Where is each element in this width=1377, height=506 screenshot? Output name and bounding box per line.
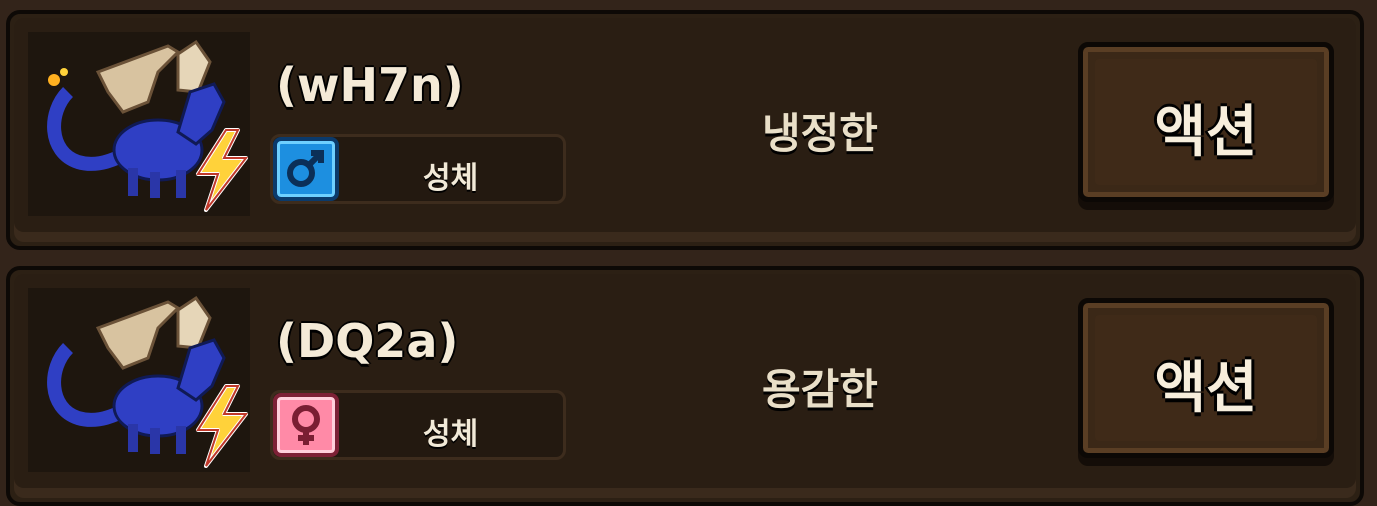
female-icon <box>273 393 339 457</box>
creature-card: (DQ2a) 성체 용감한 액션 <box>6 266 1364 506</box>
action-button[interactable]: 액션 <box>1078 298 1334 458</box>
stage-badge: 성체 <box>270 390 566 460</box>
action-button-label: 액션 <box>1154 356 1258 421</box>
creature-portrait <box>28 32 250 216</box>
action-button[interactable]: 액션 <box>1078 42 1334 202</box>
male-icon <box>273 137 339 201</box>
creature-name: (DQ2a) <box>276 314 459 368</box>
stage-label: 성체 <box>423 417 479 452</box>
temperament-label: 용감한 <box>762 365 878 414</box>
lightning-icon <box>196 128 249 212</box>
creature-card: (wH7n) 성체 냉정한 액션 <box>6 10 1364 250</box>
action-button-label: 액션 <box>1154 100 1258 165</box>
creature-name: (wH7n) <box>276 58 464 112</box>
stage-label: 성체 <box>423 161 479 196</box>
temperament-label: 냉정한 <box>762 109 878 158</box>
creature-list: (wH7n) 성체 냉정한 액션 (DQ2a) 성체 용감한 액션 <box>0 0 1377 506</box>
lightning-icon <box>196 384 249 468</box>
creature-portrait <box>28 288 250 472</box>
stage-badge: 성체 <box>270 134 566 204</box>
